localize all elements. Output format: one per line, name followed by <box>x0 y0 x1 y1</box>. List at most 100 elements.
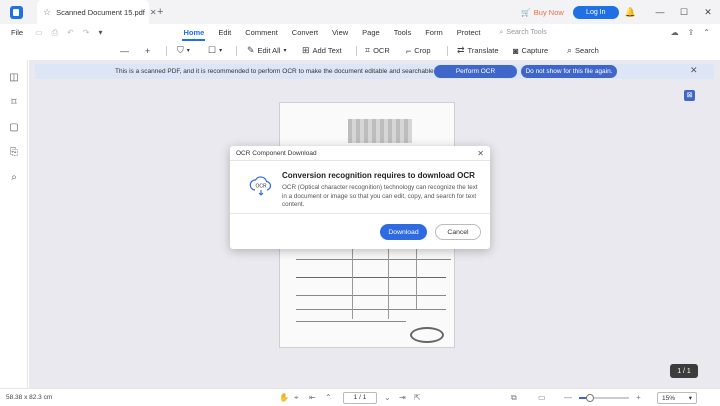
dialog-heading: Conversion recognition requires to downl… <box>282 171 475 180</box>
cloud-upload-icon[interactable]: ☁ <box>671 28 679 37</box>
tab-home[interactable]: Home <box>176 24 211 41</box>
login-button[interactable]: Log In <box>572 5 619 19</box>
zoom-in-icon[interactable]: + <box>636 393 641 402</box>
maximize-button[interactable]: ☐ <box>672 0 696 24</box>
left-sidebar: ◫ ⌑ ▢ ⎘ ⌕ <box>0 60 28 388</box>
plus-icon: + <box>145 45 151 56</box>
hand-tool-icon[interactable]: ✋ <box>279 393 289 402</box>
last-page-icon[interactable]: ⇥ <box>399 393 406 402</box>
dialog-close-icon[interactable]: ✕ <box>477 149 484 158</box>
minimize-button[interactable]: — <box>648 0 672 24</box>
cancel-button[interactable]: Cancel <box>435 224 481 240</box>
tab-view[interactable]: View <box>325 24 355 41</box>
crop-icon: ⌐ <box>406 45 412 56</box>
capture-button[interactable]: ◙ Capture <box>513 44 548 57</box>
tab-protect[interactable]: Protect <box>450 24 488 41</box>
toolbar-divider <box>236 46 237 56</box>
search-button[interactable]: ⌕ Search <box>567 44 599 57</box>
print-icon[interactable]: ⎙ <box>52 28 58 38</box>
sidebar-search-icon[interactable]: ⌕ <box>8 172 20 184</box>
menu-bar: File ▭ ⎙ ↶ ↷ ▾ Home Edit Comment Convert… <box>0 24 720 41</box>
capture-label: Capture <box>521 46 549 55</box>
tab-page[interactable]: Page <box>355 24 387 41</box>
rectangle-icon: ☐ <box>208 45 217 55</box>
quick-access-dropdown-icon[interactable]: ▾ <box>98 28 102 38</box>
edit-icon: ✎ <box>247 45 255 55</box>
page-dimensions: 58.38 x 82.3 cm <box>6 394 53 401</box>
new-tab-icon[interactable]: + <box>157 6 163 18</box>
do-not-show-button[interactable]: Do not show for this file again. <box>521 65 617 78</box>
home-toolbar: — + ⛉ ▾ ☐ ▾ ✎ Edit All ▾ ⊞ Add Text ⌗ OCR ⌐ Cro… <box>0 41 720 60</box>
quick-access: ▭ ⎙ ↶ ↷ ▾ <box>35 28 102 38</box>
zoom-in-button[interactable]: + <box>145 44 150 57</box>
read-mode-icon[interactable]: ▭ <box>538 393 546 402</box>
search-tools-placeholder: Search Tools <box>506 29 547 36</box>
translate-button[interactable]: ⇄ Translate <box>457 44 499 57</box>
zoom-out-icon[interactable]: — <box>564 393 572 402</box>
app-logo-icon <box>10 5 23 19</box>
ocr-label: OCR <box>373 46 390 55</box>
next-page-icon[interactable]: ⌄ <box>384 393 391 402</box>
bell-icon[interactable]: 🔔 <box>625 7 636 18</box>
file-menu[interactable]: File <box>11 28 23 37</box>
zoom-select[interactable]: 15% ▾ <box>657 392 697 404</box>
panels-icon[interactable]: ◫ <box>8 72 20 84</box>
tab-form[interactable]: Form <box>418 24 450 41</box>
buy-now-button[interactable]: 🛒 Buy Now <box>521 8 563 17</box>
close-tab-icon[interactable]: ✕ <box>150 8 157 17</box>
tab-convert[interactable]: Convert <box>285 24 325 41</box>
title-bar: ☆ Scanned Document 15.pdf ✕ + 🛒 Buy Now … <box>0 0 720 24</box>
ribbon-tabs: Home Edit Comment Convert View Page Tool… <box>176 24 487 41</box>
chevron-down-icon: ▾ <box>219 48 223 54</box>
add-text-button[interactable]: ⊞ Add Text <box>302 44 342 57</box>
close-window-button[interactable]: ✕ <box>696 0 720 24</box>
crop-button[interactable]: ⌐ Crop <box>406 44 431 57</box>
status-bar: 58.38 x 82.3 cm ✋ ⌖ ⇤ ⌃ 1 / 1 ⌄ ⇥ ⇱ ⧉ ▭ … <box>0 388 720 406</box>
tab-tools[interactable]: Tools <box>387 24 419 41</box>
search-icon: ⌕ <box>567 45 573 55</box>
toolbar-divider <box>356 46 357 56</box>
add-text-label: Add Text <box>312 46 342 55</box>
undo-icon[interactable]: ↶ <box>67 28 74 38</box>
zoom-value: 15% <box>662 394 676 402</box>
banner-message: This is a scanned PDF, and it is recomme… <box>115 68 436 75</box>
ocr-button[interactable]: ⌗ OCR <box>365 44 390 57</box>
previous-page-icon[interactable]: ⌃ <box>325 393 332 402</box>
zoom-slider-handle[interactable] <box>586 394 594 402</box>
page-number-input[interactable]: 1 / 1 <box>343 392 377 404</box>
attachment-icon[interactable]: ⎘ <box>8 147 20 159</box>
first-page-icon[interactable]: ⇤ <box>309 393 316 402</box>
download-button[interactable]: Download <box>380 224 427 240</box>
fit-width-icon[interactable]: ⇱ <box>414 393 421 402</box>
add-text-icon: ⊞ <box>302 45 310 55</box>
share-icon[interactable]: ⇪ <box>688 28 695 37</box>
floating-tool-icon[interactable]: ⊠ <box>684 90 695 101</box>
shape-button[interactable]: ☐ ▾ <box>208 44 222 57</box>
chevron-down-icon: ▾ <box>688 395 692 402</box>
perform-ocr-button[interactable]: Perform OCR <box>434 65 517 78</box>
translate-icon: ⇄ <box>457 45 465 55</box>
close-banner-icon[interactable]: ✕ <box>690 65 698 76</box>
page-display-icon[interactable]: ⧉ <box>511 393 517 403</box>
buy-now-label: Buy Now <box>533 7 564 17</box>
tab-comment[interactable]: Comment <box>238 24 285 41</box>
zoom-out-button[interactable]: — <box>120 44 129 57</box>
edit-all-button[interactable]: ✎ Edit All ▾ <box>247 44 287 57</box>
redo-icon[interactable]: ↷ <box>83 28 90 38</box>
tab-edit[interactable]: Edit <box>211 24 238 41</box>
crop-label: Crop <box>414 46 431 55</box>
star-icon[interactable]: ☆ <box>43 7 51 18</box>
bookmark-icon[interactable]: ⌑ <box>8 97 20 109</box>
comment-icon[interactable]: ▢ <box>8 122 20 134</box>
save-icon[interactable]: ▭ <box>35 28 43 38</box>
toolbar-divider <box>447 46 448 56</box>
document-tab[interactable]: ☆ Scanned Document 15.pdf ✕ <box>37 0 157 24</box>
dialog-header: OCR Component Download ✕ <box>230 146 490 161</box>
search-label: Search <box>575 46 599 55</box>
select-tool-icon[interactable]: ⌖ <box>294 393 299 403</box>
stamp-mark <box>410 327 444 343</box>
search-tools-input[interactable]: ⌕ Search Tools <box>499 29 546 37</box>
chevron-down-icon: ▾ <box>283 48 287 54</box>
collapse-ribbon-icon[interactable]: ⌃ <box>703 28 710 37</box>
highlight-button[interactable]: ⛉ ▾ <box>177 44 190 57</box>
